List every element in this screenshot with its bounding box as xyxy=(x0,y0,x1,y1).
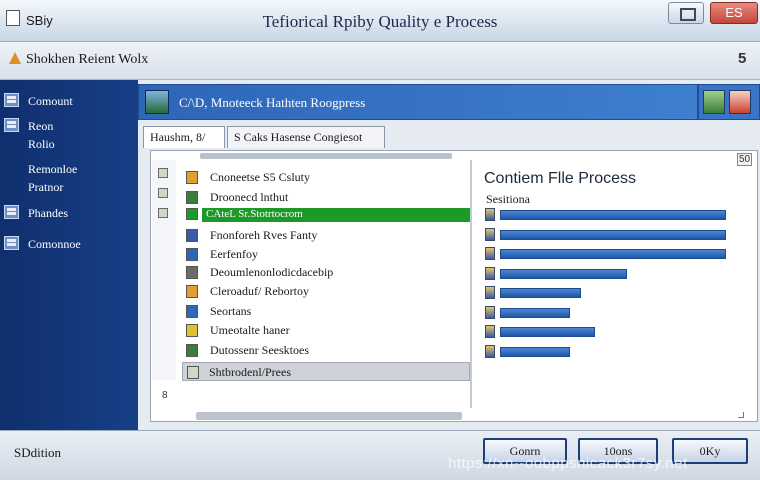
watermark: https://xn--oobppsnicack3r7sy.net xyxy=(448,455,688,472)
list-item-label: Dutossenr Seesktoes xyxy=(210,343,309,357)
sidebar-item-label: Comount xyxy=(28,94,73,108)
file-icon xyxy=(485,208,495,221)
right-panel-subtitle: Sesitiona xyxy=(486,192,530,206)
sidebar-item-label: Phandes xyxy=(28,206,68,220)
list-item-label: Umeotalte haner xyxy=(210,323,290,337)
grid-icon xyxy=(4,236,19,250)
sub-header: Shokhen Reient Wolx 5 xyxy=(0,42,760,80)
window-title: Tefiorical Rpiby Quality e Process xyxy=(262,12,498,31)
title-bar: SBiy Tefiorical Rpiby Quality e Process … xyxy=(0,0,760,42)
sidebar-item-remonloe[interactable]: Remonloe xyxy=(0,158,138,182)
list-item-label: Eerfenfoy xyxy=(210,247,258,261)
file-icon xyxy=(187,366,199,379)
list-icon xyxy=(4,205,19,219)
splitter[interactable] xyxy=(470,160,472,408)
file-icon xyxy=(186,248,198,261)
sidebar-item-label: Remonloe xyxy=(28,162,78,176)
list-item-label: Cleroaduf/ Rebortoy xyxy=(210,284,309,298)
file-icon xyxy=(186,344,198,357)
list-item-label: Fnonforeh Rves Fanty xyxy=(210,228,318,242)
banner: C/\D, Mnoteeck Hathten Roogpress xyxy=(138,84,698,120)
sub-header-title: Shokhen Reient Wolx xyxy=(26,52,149,67)
file-icon xyxy=(485,344,495,358)
list-item[interactable]: Droonecd lnthut xyxy=(178,188,470,207)
file-icon xyxy=(485,227,495,241)
file-icon xyxy=(186,285,198,298)
file-icon xyxy=(485,286,495,299)
file-icon xyxy=(186,208,198,220)
palette-tool-icon[interactable] xyxy=(729,90,751,114)
grid-icon xyxy=(158,168,168,178)
list-icon xyxy=(4,93,19,107)
list-item[interactable]: Umeotalte haner xyxy=(178,321,470,340)
grid-icon xyxy=(158,208,168,218)
list-footer-row[interactable]: Shtbrodenl/Prees xyxy=(182,362,470,381)
tab-congiesot[interactable]: S Caks Hasense Congiesot xyxy=(227,126,385,148)
file-icon xyxy=(485,325,495,338)
minimize-button[interactable] xyxy=(668,2,704,24)
list-item-selected[interactable]: CAteL Sr.Stotrtocrom xyxy=(186,208,470,222)
scroll-tag: 8 xyxy=(162,390,168,401)
sidebar-item-sublabel: Pratnor xyxy=(28,180,64,194)
progress-bar xyxy=(500,249,726,259)
panel-number: 50 xyxy=(737,153,753,166)
banner-toolbar xyxy=(698,84,760,120)
file-icon xyxy=(186,171,198,184)
right-panel-title: Contiem Flle Process xyxy=(484,170,637,187)
progress-bar xyxy=(500,268,627,279)
grid-icon xyxy=(158,188,168,198)
warning-icon xyxy=(9,52,21,64)
sidebar-item-phandes[interactable]: Phandes xyxy=(0,202,138,226)
document-icon xyxy=(4,118,19,132)
sidebar: Comount Reon Rolio Remonloe Pratnor Phan… xyxy=(0,80,138,430)
list-item[interactable]: Seortans xyxy=(178,302,470,321)
file-icon xyxy=(485,266,495,280)
progress-bar xyxy=(500,327,595,337)
sidebar-item-comount[interactable]: Comount xyxy=(0,90,138,114)
list-footer-label: Shtbrodenl/Prees xyxy=(209,365,291,379)
sidebar-item-reon[interactable]: Reon xyxy=(0,115,138,139)
list-item[interactable]: Cnoneetse S5 Csluty xyxy=(178,168,470,187)
banner-text: C/\D, Mnoteeck Hathten Roogpress xyxy=(179,95,366,110)
progress-bar xyxy=(500,288,581,298)
file-icon xyxy=(186,266,198,279)
icon-strip xyxy=(152,160,176,380)
list-item-label: Seortans xyxy=(210,304,252,318)
sidebar-item-comonnoe[interactable]: Comonnoe xyxy=(0,233,138,257)
list-item[interactable]: Deoumlenonlodicdacebip xyxy=(178,263,470,282)
file-icon xyxy=(186,305,198,318)
status-text: SDdition xyxy=(14,445,61,460)
progress-bar xyxy=(500,346,570,357)
file-icon xyxy=(186,229,198,242)
sidebar-item-label: Reon xyxy=(28,119,54,133)
list-item[interactable]: Eerfenfoy xyxy=(178,245,470,264)
tab-haushm[interactable]: Haushm, 8/ xyxy=(143,126,225,148)
list-item[interactable]: Fnonforeh Rves Fanty xyxy=(178,226,470,245)
list-item-label: Cnoneetse S5 Csluty xyxy=(210,170,311,184)
horizontal-scrollbar[interactable] xyxy=(196,412,462,420)
sub-header-number: 5 xyxy=(738,50,747,67)
file-icon xyxy=(186,324,198,337)
sidebar-item-label: Comonnoe xyxy=(28,237,81,251)
progress-bar xyxy=(500,229,726,240)
progress-bar xyxy=(500,307,570,318)
list-item-label: Droonecd lnthut xyxy=(210,190,289,204)
image-tool-icon[interactable] xyxy=(703,90,725,114)
image-thumbnail-icon xyxy=(145,90,169,114)
file-icon xyxy=(485,305,495,319)
list-item-label: CAteL Sr.Stotrtocrom xyxy=(206,208,303,220)
file-icon xyxy=(485,247,495,260)
list-item[interactable]: Dutossenr Seesktoes xyxy=(178,341,470,360)
resize-grip[interactable] xyxy=(738,412,744,418)
sidebar-item-sublabel: Rolio xyxy=(28,137,55,151)
file-icon xyxy=(186,191,198,204)
list-item[interactable]: Cleroaduf/ Rebortoy xyxy=(178,282,470,301)
close-button[interactable]: ES xyxy=(710,2,758,24)
top-scrollbar[interactable] xyxy=(200,153,452,159)
progress-bar xyxy=(500,210,726,220)
list-item-label: Deoumlenonlodicdacebip xyxy=(210,265,334,279)
